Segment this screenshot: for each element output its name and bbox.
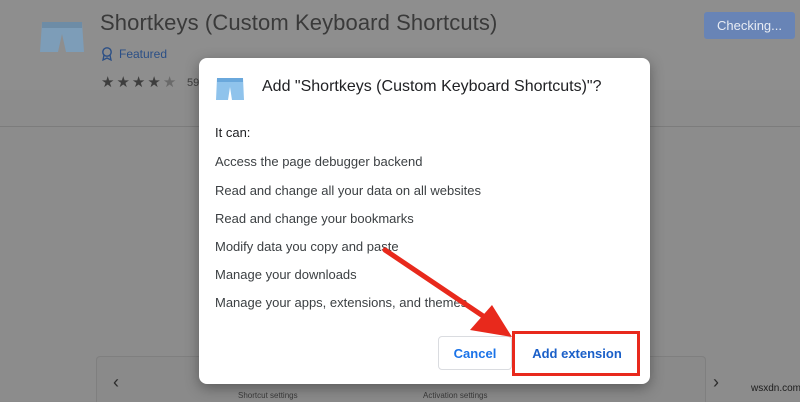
shorts-icon [40,22,84,52]
watermark: wsxdn.com [751,383,800,394]
permissions-intro: It can: [215,125,251,140]
rating-count: 59 [187,77,200,89]
star-icon: ★ [147,74,161,91]
checking-button[interactable]: Checking... [704,12,795,39]
featured-icon [102,47,112,61]
permission-item: Access the page debugger backend [215,154,423,169]
star-icon: ★ [131,74,146,91]
permission-item: Manage your downloads [215,267,357,282]
highlight-box [512,331,640,376]
rating-stars: ★ ★ ★ ★ ★ [101,73,176,91]
featured-label: Featured [119,47,168,61]
star-icon: ★ [116,74,130,91]
shorts-icon [216,78,244,100]
star-icon: ★ [162,74,177,91]
permission-item: Manage your apps, extensions, and themes [215,295,468,310]
permission-item: Modify data you copy and paste [215,239,399,254]
gallery-next-icon[interactable]: › [713,372,719,393]
permission-item: Read and change your bookmarks [215,211,414,226]
cancel-button[interactable]: Cancel [438,336,512,370]
star-icon: ★ [101,74,115,91]
gallery-prev-icon[interactable]: ‹ [113,372,119,393]
featured-badge[interactable]: Featured [101,47,167,61]
extension-title: Shortkeys (Custom Keyboard Shortcuts) [100,10,498,35]
gallery-caption-right: Activation settings [423,391,488,400]
gallery-caption-left: Shortcut settings [238,391,298,400]
permission-item: Read and change all your data on all web… [215,183,481,198]
dialog-title: Add "Shortkeys (Custom Keyboard Shortcut… [262,78,602,95]
